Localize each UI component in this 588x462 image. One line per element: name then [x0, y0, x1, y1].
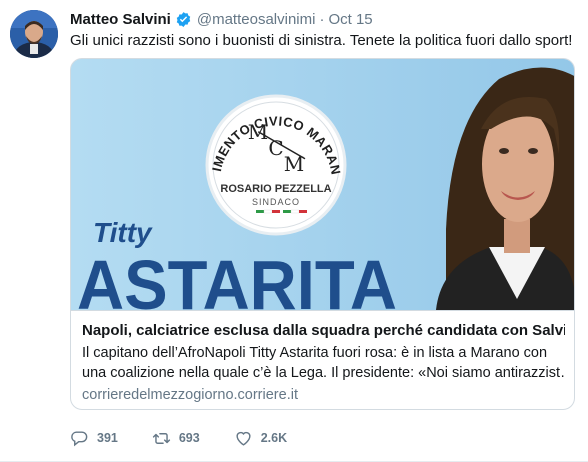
author-handle[interactable]: @matteosalvinimi — [197, 11, 316, 28]
retweet-count: 693 — [178, 431, 200, 445]
logo-letter-3: M — [284, 152, 304, 176]
like-button[interactable]: 2.6K — [234, 429, 287, 448]
card-image: MOVIMENTO CIVICO MARANESE M C M ROSARIO … — [71, 59, 574, 310]
like-count: 2.6K — [260, 431, 288, 445]
card-domain[interactable]: corrieredelmezzogiorno.corriere.it — [82, 385, 565, 405]
tweet-text: Gli unici razzisti sono i buonisti di si… — [70, 32, 573, 49]
card-description-line: una coalizione nella quale c’è la Lega. … — [82, 365, 565, 381]
retweet-button[interactable]: 693 — [152, 429, 200, 448]
verified-badge-icon — [176, 11, 191, 27]
card-title[interactable]: Napoli, calciatrice esclusa dalla squadr… — [82, 321, 565, 341]
header-separator: · — [319, 10, 325, 28]
tweet-actions: 391 693 2.6K — [70, 426, 321, 450]
reply-count: 391 — [97, 431, 118, 445]
tweet-date[interactable]: Oct 15 — [328, 11, 372, 28]
like-icon — [236, 431, 251, 446]
logo-letter-1: M — [248, 120, 268, 144]
avatar-image — [10, 10, 58, 58]
logo-name: ROSARIO PEZZELLA — [220, 183, 331, 195]
tweet[interactable]: Matteo Salvini @matteosalvinimi · Oct 15… — [0, 0, 588, 462]
avatar[interactable] — [10, 10, 58, 58]
poster-last-name: ASTARITA — [77, 246, 397, 310]
poster-first-name: Titty — [93, 217, 153, 248]
reply-button[interactable]: 391 — [70, 429, 118, 448]
link-card[interactable]: MOVIMENTO CIVICO MARANESE M C M ROSARIO … — [70, 58, 575, 410]
retweet-icon — [152, 432, 170, 444]
author-name[interactable]: Matteo Salvini — [70, 11, 171, 28]
card-description-line: Il capitano dell’AfroNapoli Titty Astari… — [82, 345, 548, 361]
logo-role: SINDACO — [252, 197, 300, 207]
card-description: Il capitano dell’AfroNapoli Titty Astari… — [82, 343, 565, 383]
tweet-header: Matteo Salvini @matteosalvinimi · Oct 15 — [70, 9, 576, 29]
card-body[interactable]: Napoli, calciatrice esclusa dalla squadr… — [71, 310, 574, 409]
reply-icon — [71, 430, 88, 446]
